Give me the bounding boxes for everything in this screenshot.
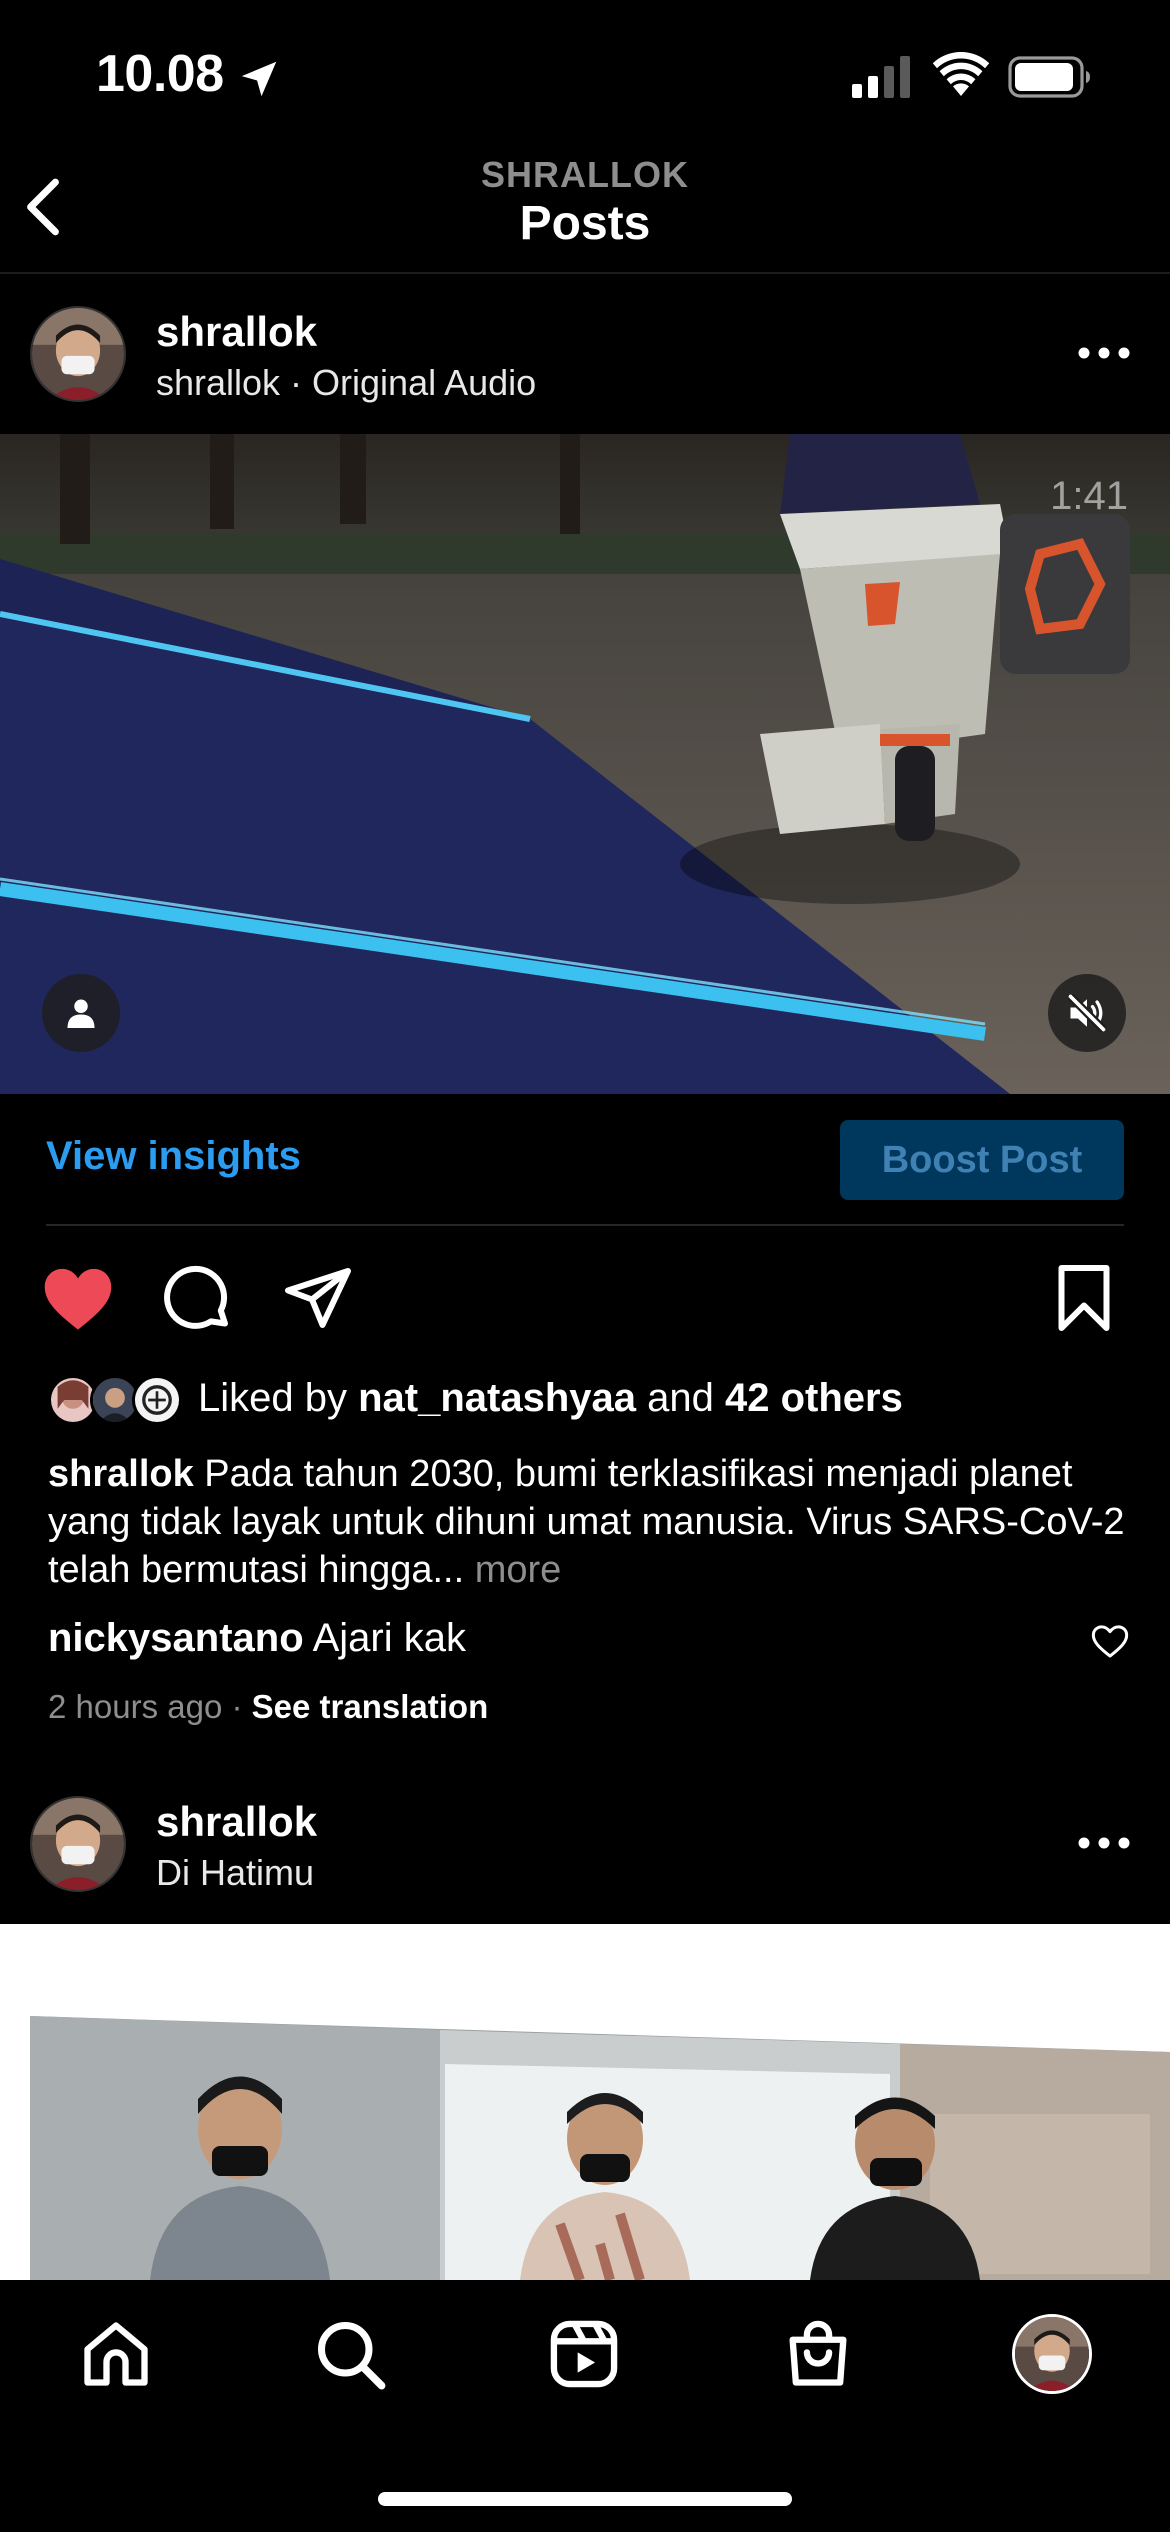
- share-icon[interactable]: [280, 1262, 356, 1334]
- header-kicker: SHRALLOK: [481, 154, 689, 195]
- post-audio-subtitle[interactable]: shrallok · Original Audio: [156, 362, 536, 404]
- caption-more-link[interactable]: more: [475, 1549, 562, 1591]
- home-indicator[interactable]: [378, 2492, 792, 2506]
- post-photo[interactable]: [0, 1924, 1170, 2280]
- boost-post-button[interactable]: Boost Post: [840, 1120, 1124, 1200]
- post-timestamp-row: 2 hours ago · See translation: [48, 1688, 488, 1726]
- likes-middle: and: [636, 1376, 725, 1420]
- see-translation-link[interactable]: See translation: [252, 1688, 489, 1725]
- likes-summary[interactable]: Liked by nat_natashyaa and 42 others: [198, 1376, 903, 1421]
- search-icon[interactable]: [312, 2316, 388, 2392]
- speaker-muted-icon: [1067, 993, 1107, 1033]
- caption-text: Pada tahun 2030, bumi terklasifikasi men…: [48, 1453, 1125, 1591]
- shop-icon[interactable]: [780, 2316, 856, 2392]
- more-options-icon[interactable]: [1076, 1834, 1132, 1852]
- location-arrow-icon: [241, 61, 277, 97]
- post-timestamp: 2 hours ago: [48, 1688, 223, 1725]
- comment-preview[interactable]: nickysantano Ajari kak: [48, 1616, 466, 1661]
- header-divider: [0, 272, 1170, 274]
- signal-icon: [852, 56, 910, 98]
- liker-avatar: [132, 1375, 182, 1425]
- caption-username[interactable]: shrallok: [48, 1453, 194, 1495]
- comment-like-icon[interactable]: [1090, 1622, 1130, 1660]
- likes-prefix: Liked by: [198, 1376, 359, 1420]
- reels-icon[interactable]: [546, 2316, 622, 2392]
- bookmark-icon[interactable]: [1046, 1262, 1122, 1334]
- heart-liked-icon[interactable]: [40, 1262, 116, 1334]
- wifi-icon: [932, 52, 990, 96]
- likes-others-link[interactable]: 42 others: [725, 1376, 903, 1420]
- post-location[interactable]: Di Hatimu: [156, 1852, 314, 1894]
- home-icon[interactable]: [78, 2316, 154, 2392]
- tagged-people-button[interactable]: [42, 974, 120, 1052]
- more-options-icon[interactable]: [1076, 344, 1132, 362]
- avatar[interactable]: [30, 306, 126, 402]
- comment-text: Ajari kak: [303, 1616, 466, 1660]
- post-video[interactable]: [0, 434, 1170, 1094]
- mute-toggle-button[interactable]: [1048, 974, 1126, 1052]
- comment-icon[interactable]: [160, 1262, 236, 1334]
- comment-username[interactable]: nickysantano: [48, 1616, 304, 1660]
- post-caption: shrallok Pada tahun 2030, bumi terklasif…: [48, 1450, 1138, 1594]
- battery-icon: [1008, 56, 1090, 98]
- avatar[interactable]: [30, 1796, 126, 1892]
- post-username[interactable]: shrallok: [156, 308, 317, 356]
- status-time: 10.08: [96, 45, 224, 103]
- video-duration: 1:41: [1050, 474, 1128, 518]
- insights-divider: [46, 1224, 1124, 1226]
- person-icon: [67, 999, 95, 1028]
- view-insights-link[interactable]: View insights: [46, 1134, 301, 1179]
- page-title: Posts: [519, 197, 651, 250]
- post-username[interactable]: shrallok: [156, 1798, 317, 1846]
- dot-separator: ·: [231, 1688, 243, 1725]
- liker-username[interactable]: nat_natashyaa: [358, 1376, 636, 1420]
- profile-avatar[interactable]: [1012, 2314, 1092, 2394]
